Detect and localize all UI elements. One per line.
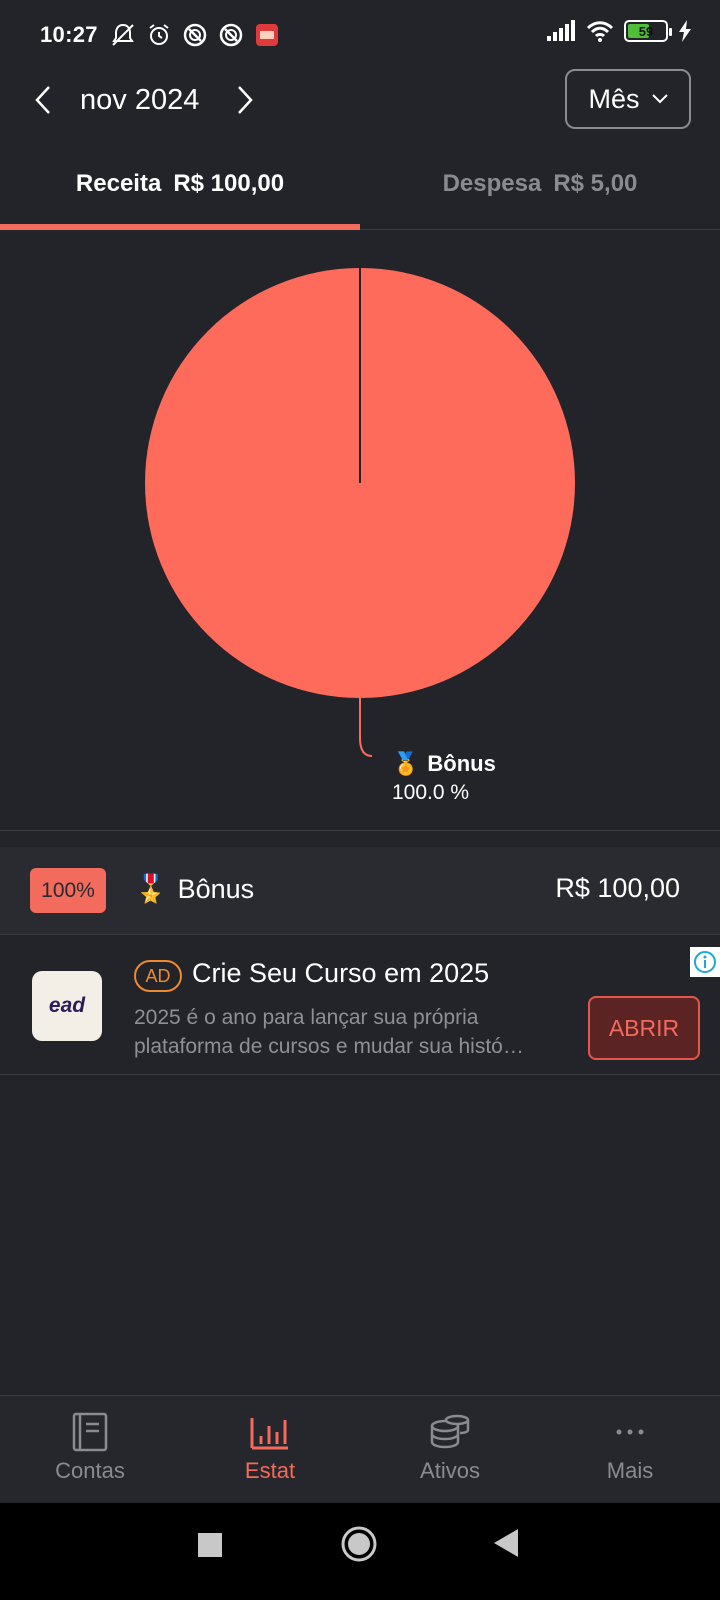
status-bar: 10:27 59 (0, 0, 720, 70)
tab-expense[interactable]: Despesa R$ 5,00 (360, 150, 720, 230)
chevron-down-icon (651, 94, 668, 104)
period-label: nov 2024 (80, 84, 200, 116)
category-list-row[interactable]: 100% 🎖️ Bônus R$ 100,00 (0, 847, 720, 935)
signal-icon (547, 20, 575, 41)
nav-more-label: Mais (606, 1458, 654, 1483)
pie-slice-name: 🏅 Bônus (392, 751, 496, 777)
category-amount: R$ 100,00 (555, 873, 680, 903)
nav-more[interactable]: Mais (540, 1396, 720, 1504)
ad-logo-text: ead (48, 994, 86, 1017)
active-tab-indicator (0, 224, 360, 230)
category-percent-badge: 100% (30, 868, 106, 913)
battery-icon: 59 (624, 20, 672, 42)
app-notification-icon (255, 24, 278, 46)
status-time: 10:27 (40, 22, 98, 47)
tab-expense-label: Despesa (442, 170, 542, 197)
pie-slice-percent: 100.0 % (392, 781, 470, 804)
wifi-icon (586, 21, 614, 42)
nav-accounts-label: Contas (55, 1458, 125, 1483)
ad-description: 2025 é o ano para lançar sua própria pla… (134, 1003, 574, 1061)
battery-level: 59 (638, 23, 654, 39)
charging-icon (679, 20, 691, 42)
tab-income-amount: R$ 100,00 (173, 170, 285, 197)
ad-description-line-2: plataforma de cursos e mudar sua histó… (134, 1035, 524, 1058)
status-system-icons: 59 (546, 20, 692, 42)
next-period-button[interactable] (230, 82, 260, 118)
nav-stats[interactable]: Estat (180, 1396, 360, 1504)
period-type-dropdown[interactable]: Mês (565, 69, 691, 129)
bar-chart-icon (250, 1418, 288, 1450)
income-expense-tabs: Receita R$ 100,00 Despesa R$ 5,00 (0, 150, 720, 230)
ad-open-button[interactable]: ABRIR (588, 996, 700, 1060)
chart-area: 🏅 Bônus 100.0 % (0, 231, 720, 831)
pie-label-leader-line (359, 698, 373, 757)
category-label: Bônus (177, 873, 255, 904)
system-navigation-bar (0, 1503, 720, 1600)
home-button[interactable] (340, 1525, 378, 1563)
period-type-label: Mês (588, 83, 640, 114)
tab-income-label: Receita (75, 170, 162, 197)
nav-stats-label: Estat (244, 1458, 296, 1483)
back-button[interactable] (494, 1529, 518, 1557)
ad-info-button[interactable] (690, 947, 720, 977)
nav-accounts[interactable]: Contas (0, 1396, 180, 1504)
data-saver-icon-2 (219, 23, 243, 47)
coins-icon (430, 1414, 470, 1449)
nav-assets-label: Ativos (420, 1458, 480, 1483)
previous-period-button[interactable] (28, 82, 58, 118)
pie-slice-category: Bônus (427, 751, 496, 776)
alarm-icon (149, 24, 169, 45)
data-saver-icon (183, 23, 207, 47)
chevron-left-icon (35, 86, 50, 114)
ad-logo: ead (32, 971, 102, 1041)
bottom-navigation: Contas Estat Ativos Mais (0, 1395, 720, 1503)
period-header: nov 2024 Mês (0, 68, 720, 132)
pie-slice-label: 🏅 Bônus 100.0 % (392, 751, 496, 805)
more-icon (616, 1429, 644, 1435)
tab-income[interactable]: Receita R$ 100,00 (0, 150, 360, 230)
mute-notifications-icon (111, 23, 134, 46)
tab-expense-amount: R$ 5,00 (553, 170, 638, 197)
medal-icon: 🏅 (392, 751, 420, 776)
pie-chart (145, 268, 575, 757)
nav-assets[interactable]: Ativos (360, 1396, 540, 1504)
ad-title: Crie Seu Curso em 2025 (192, 958, 490, 988)
book-icon (72, 1412, 108, 1452)
ad-description-line-1: 2025 é o ano para lançar sua própria (134, 1006, 479, 1029)
ad-banner[interactable]: ead AD Crie Seu Curso em 2025 2025 é o a… (0, 935, 720, 1075)
ad-badge: AD (134, 960, 182, 992)
info-icon (694, 951, 716, 973)
medal-icon: 🎖️ (134, 874, 168, 904)
recent-apps-button[interactable] (198, 1533, 222, 1557)
chevron-right-icon (238, 86, 253, 114)
category-name: 🎖️ Bônus (134, 873, 254, 905)
status-notification-icons (110, 22, 280, 48)
